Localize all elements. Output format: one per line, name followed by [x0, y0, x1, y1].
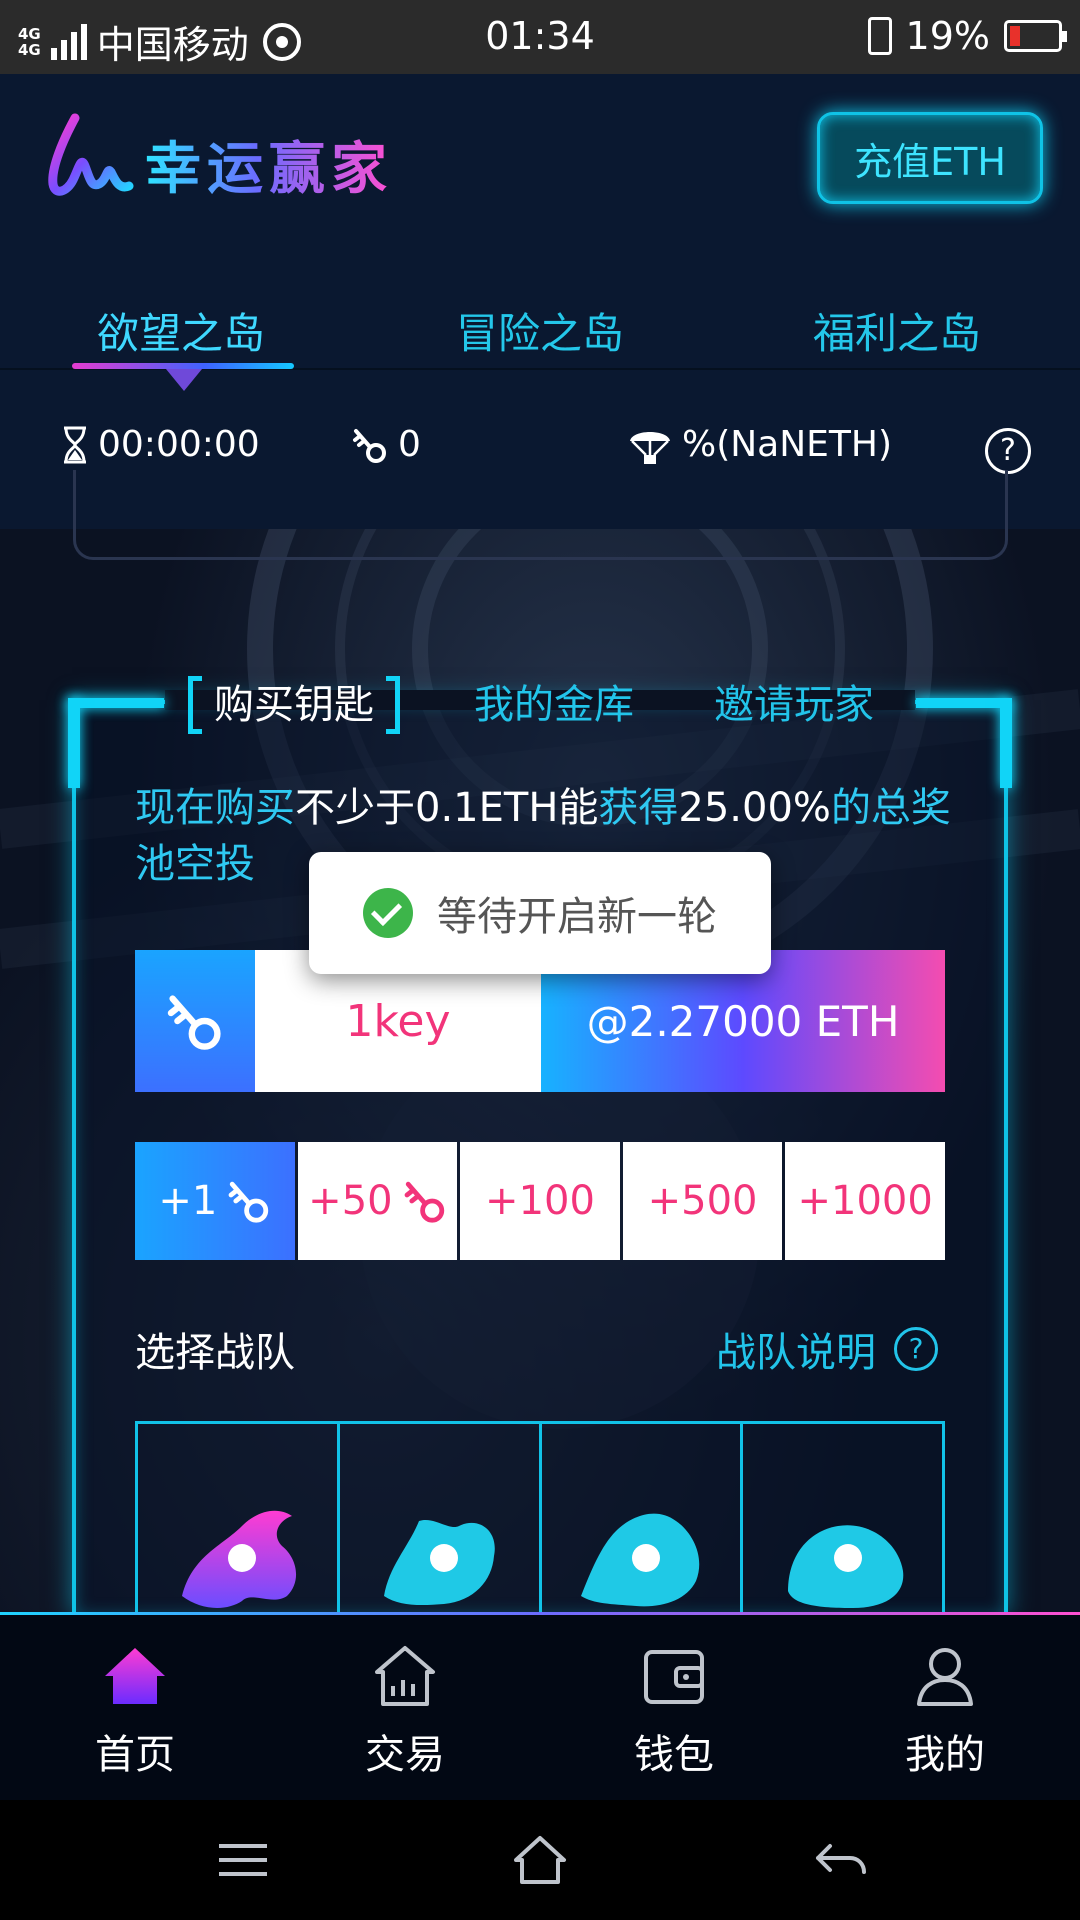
add-50-label: +50: [308, 1178, 393, 1224]
phoenix-icon: [580, 1513, 700, 1607]
keys-stat: 0: [352, 424, 421, 465]
add-1000-button[interactable]: +1000: [785, 1142, 945, 1260]
panel-corner-left: [68, 698, 164, 708]
logo-icon: [48, 113, 134, 196]
toast-notification: 等待开启新一轮: [309, 852, 771, 974]
status-bar: 4G 4G 中国移动 01:34 19%: [0, 0, 1080, 74]
key-icon: [404, 1181, 444, 1223]
tab-desire-island[interactable]: 欲望之岛: [56, 300, 306, 361]
add-500-button[interactable]: +500: [622, 1142, 783, 1260]
team-option-3[interactable]: [542, 1424, 744, 1616]
tab-adventure-island[interactable]: 冒险之岛: [415, 300, 665, 361]
app-title: 幸运赢家: [145, 124, 393, 205]
panel-corner-right: [916, 698, 1012, 708]
desc-part-3: 获得: [598, 785, 679, 831]
panel-corner-left-vertical: [68, 698, 80, 788]
nav-top-line: [0, 1612, 1080, 1615]
bottom-nav: 首页 交易 钱包 我的: [0, 1612, 1080, 1800]
tab-buy-keys-label: 购买钥匙: [214, 682, 374, 728]
panel-corner-right-vertical: [1000, 698, 1012, 788]
airdrop-value: %(NaNETH): [682, 424, 893, 465]
bracket-right: [386, 676, 400, 734]
active-tab-arrow: [166, 369, 202, 391]
help-icon[interactable]: ?: [985, 428, 1031, 474]
add-1-button[interactable]: +1: [135, 1142, 295, 1260]
team-option-1[interactable]: [138, 1424, 340, 1616]
status-right: 19%: [867, 14, 1067, 58]
quick-add-row: +1 +50 +100 +500 +1000: [135, 1142, 945, 1260]
tiger-icon: [384, 1519, 495, 1606]
home-icon: [105, 1648, 165, 1704]
dragon-icon: [182, 1510, 297, 1608]
desc-part-4: 25.00%: [678, 785, 831, 831]
hourglass-icon: [64, 426, 86, 463]
battery-percent: 19%: [905, 14, 990, 58]
check-icon: [363, 888, 413, 938]
previous-card-edge: [73, 470, 1008, 560]
add-100-button[interactable]: +100: [460, 1142, 620, 1260]
toast-message: 等待开启新一轮: [437, 894, 717, 940]
nav-profile[interactable]: 我的: [845, 1644, 1045, 1780]
tab-welfare-island[interactable]: 福利之岛: [772, 300, 1022, 361]
team-info-link[interactable]: 战队说明 ?: [716, 1320, 938, 1378]
nav-trade[interactable]: 交易: [305, 1644, 505, 1780]
tortoise-icon: [787, 1525, 903, 1608]
select-team-label: 选择战队: [135, 1330, 295, 1376]
countdown-value: 00:00:00: [98, 424, 260, 465]
key-icon: [353, 428, 386, 463]
buy-key-badge: [135, 950, 255, 1092]
key-icon: [228, 1181, 269, 1223]
back-icon[interactable]: [810, 1832, 870, 1888]
team-option-4[interactable]: [743, 1424, 942, 1616]
wallet-icon: [644, 1650, 704, 1704]
bracket-left: [188, 676, 202, 734]
nav-trade-label: 交易: [365, 1732, 445, 1778]
add-1-label: +1: [158, 1178, 218, 1224]
nav-home[interactable]: 首页: [35, 1644, 235, 1780]
team-grid: [135, 1421, 945, 1616]
desc-part-1: 现在购买: [135, 785, 295, 831]
help-icon: ?: [894, 1327, 938, 1371]
nav-wallet-label: 钱包: [634, 1732, 714, 1778]
menu-icon[interactable]: [213, 1832, 273, 1888]
tab-buy-keys[interactable]: 购买钥匙: [188, 672, 400, 734]
countdown-stat: 00:00:00: [62, 424, 260, 465]
airdrop-stat: %(NaNETH): [628, 424, 892, 465]
nav-wallet[interactable]: 钱包: [574, 1644, 774, 1780]
nav-profile-label: 我的: [905, 1732, 985, 1778]
panel-tabs: 购买钥匙 我的金库 邀请玩家: [180, 662, 900, 742]
team-info-label: 战队说明: [716, 1330, 876, 1376]
tab-my-vault[interactable]: 我的金库: [474, 672, 634, 730]
team-option-2[interactable]: [340, 1424, 542, 1616]
recharge-eth-button[interactable]: 充值ETH: [817, 112, 1043, 204]
vibrate-icon: [867, 17, 892, 55]
battery-icon: [1004, 20, 1067, 52]
island-tabs: 欲望之岛 冒险之岛 福利之岛: [0, 290, 1080, 370]
market-icon: [375, 1646, 435, 1706]
user-icon: [917, 1648, 973, 1706]
desc-part-2: 不少于0.1ETH能: [295, 785, 599, 831]
keys-value: 0: [398, 424, 421, 465]
key-icon: [167, 995, 221, 1050]
tab-invite-players[interactable]: 邀请玩家: [714, 672, 874, 730]
nav-home-label: 首页: [95, 1732, 175, 1778]
system-navigation-bar: [0, 1800, 1080, 1920]
parachute-icon: [630, 431, 670, 464]
add-50-button[interactable]: +50: [297, 1142, 458, 1260]
home-button-icon[interactable]: [510, 1832, 570, 1888]
